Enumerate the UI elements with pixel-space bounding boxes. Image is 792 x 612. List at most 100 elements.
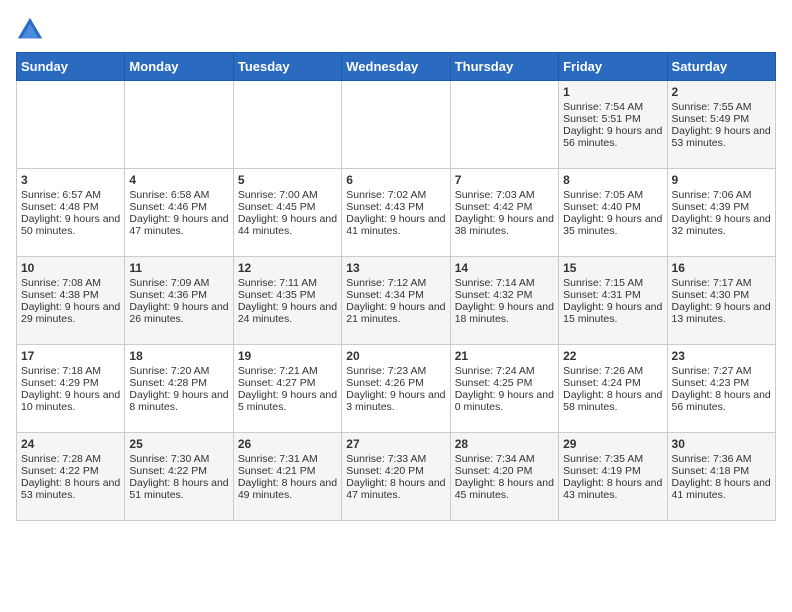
calendar-cell — [233, 81, 341, 169]
calendar-cell: 24 Sunrise: 7:28 AM Sunset: 4:22 PM Dayli… — [17, 433, 125, 521]
day-info: Sunrise: 7:14 AM Sunset: 4:32 PM Dayligh… — [455, 277, 554, 325]
day-info: Sunrise: 7:11 AM Sunset: 4:35 PM Dayligh… — [238, 277, 337, 325]
calendar-week-row: 1 Sunrise: 7:54 AM Sunset: 5:51 PM Daylig… — [17, 81, 776, 169]
day-number: 14 — [455, 261, 554, 275]
day-info: Sunrise: 7:00 AM Sunset: 4:45 PM Dayligh… — [238, 189, 337, 237]
day-number: 13 — [346, 261, 445, 275]
day-info: Sunrise: 7:24 AM Sunset: 4:25 PM Dayligh… — [455, 365, 554, 413]
calendar-cell: 15 Sunrise: 7:15 AM Sunset: 4:31 PM Dayli… — [559, 257, 667, 345]
calendar-week-row: 17Sunrise: 7:18 AM Sunset: 4:29 PM Dayli… — [17, 345, 776, 433]
day-number: 23 — [672, 349, 771, 363]
day-of-week-header: Friday — [559, 53, 667, 81]
day-number: 29 — [563, 437, 662, 451]
calendar-cell: 8Sunrise: 7:05 AM Sunset: 4:40 PM Daylig… — [559, 169, 667, 257]
logo — [16, 16, 48, 44]
calendar-cell: 3 Sunrise: 6:57 AM Sunset: 4:48 PM Daylig… — [17, 169, 125, 257]
calendar-week-row: 24 Sunrise: 7:28 AM Sunset: 4:22 PM Dayli… — [17, 433, 776, 521]
day-info: Sunrise: 7:35 AM Sunset: 4:19 PM Dayligh… — [563, 453, 662, 501]
calendar-cell: 6Sunrise: 7:02 AM Sunset: 4:43 PM Daylig… — [342, 169, 450, 257]
calendar-cell: 11Sunrise: 7:09 AM Sunset: 4:36 PM Dayli… — [125, 257, 233, 345]
day-number: 1 — [563, 85, 662, 99]
day-info: Sunrise: 7:06 AM Sunset: 4:39 PM Dayligh… — [672, 189, 771, 237]
calendar-cell: 20 Sunrise: 7:23 AM Sunset: 4:26 PM Dayli… — [342, 345, 450, 433]
day-info: Sunrise: 7:34 AM Sunset: 4:20 PM Dayligh… — [455, 453, 554, 501]
page-header — [16, 16, 776, 44]
calendar-cell: 10 Sunrise: 7:08 AM Sunset: 4:38 PM Dayli… — [17, 257, 125, 345]
day-number: 4 — [129, 173, 228, 187]
calendar-table: SundayMondayTuesdayWednesdayThursdayFrid… — [16, 52, 776, 521]
day-number: 26 — [238, 437, 337, 451]
day-number: 27 — [346, 437, 445, 451]
day-info: Sunrise: 7:17 AM Sunset: 4:30 PM Dayligh… — [672, 277, 771, 325]
day-info: Sunrise: 7:23 AM Sunset: 4:26 PM Dayligh… — [346, 365, 445, 413]
day-info: Sunrise: 6:57 AM Sunset: 4:48 PM Dayligh… — [21, 189, 120, 237]
day-number: 25 — [129, 437, 228, 451]
calendar-cell — [450, 81, 558, 169]
day-number: 6 — [346, 173, 445, 187]
day-of-week-header: Wednesday — [342, 53, 450, 81]
day-number: 3 — [21, 173, 120, 187]
day-number: 10 — [21, 261, 120, 275]
day-info: Sunrise: 7:03 AM Sunset: 4:42 PM Dayligh… — [455, 189, 554, 237]
day-number: 18 — [129, 349, 228, 363]
calendar-cell: 19 Sunrise: 7:21 AM Sunset: 4:27 PM Dayli… — [233, 345, 341, 433]
day-number: 8 — [563, 173, 662, 187]
day-info: Sunrise: 7:33 AM Sunset: 4:20 PM Dayligh… — [346, 453, 445, 501]
calendar-cell: 18 Sunrise: 7:20 AM Sunset: 4:28 PM Dayli… — [125, 345, 233, 433]
day-number: 21 — [455, 349, 554, 363]
day-number: 28 — [455, 437, 554, 451]
calendar-cell: 14 Sunrise: 7:14 AM Sunset: 4:32 PM Dayli… — [450, 257, 558, 345]
calendar-cell: 9 Sunrise: 7:06 AM Sunset: 4:39 PM Daylig… — [667, 169, 775, 257]
day-number: 9 — [672, 173, 771, 187]
calendar-cell: 16 Sunrise: 7:17 AM Sunset: 4:30 PM Dayli… — [667, 257, 775, 345]
day-info: Sunrise: 7:26 AM Sunset: 4:24 PM Dayligh… — [563, 365, 662, 413]
calendar-cell: 25Sunrise: 7:30 AM Sunset: 4:22 PM Dayli… — [125, 433, 233, 521]
day-number: 17 — [21, 349, 120, 363]
day-number: 20 — [346, 349, 445, 363]
calendar-cell: 21 Sunrise: 7:24 AM Sunset: 4:25 PM Dayli… — [450, 345, 558, 433]
day-info: Sunrise: 7:54 AM Sunset: 5:51 PM Dayligh… — [563, 101, 662, 149]
calendar-cell: 13Sunrise: 7:12 AM Sunset: 4:34 PM Dayli… — [342, 257, 450, 345]
day-info: Sunrise: 7:31 AM Sunset: 4:21 PM Dayligh… — [238, 453, 337, 501]
calendar-cell: 29 Sunrise: 7:35 AM Sunset: 4:19 PM Dayli… — [559, 433, 667, 521]
day-info: Sunrise: 7:20 AM Sunset: 4:28 PM Dayligh… — [129, 365, 228, 413]
day-info: Sunrise: 6:58 AM Sunset: 4:46 PM Dayligh… — [129, 189, 228, 237]
calendar-cell: 1 Sunrise: 7:54 AM Sunset: 5:51 PM Daylig… — [559, 81, 667, 169]
day-info: Sunrise: 7:09 AM Sunset: 4:36 PM Dayligh… — [129, 277, 228, 325]
day-info: Sunrise: 7:27 AM Sunset: 4:23 PM Dayligh… — [672, 365, 771, 413]
day-info: Sunrise: 7:55 AM Sunset: 5:49 PM Dayligh… — [672, 101, 771, 149]
day-of-week-header: Monday — [125, 53, 233, 81]
day-info: Sunrise: 7:08 AM Sunset: 4:38 PM Dayligh… — [21, 277, 120, 325]
calendar-cell: 27 Sunrise: 7:33 AM Sunset: 4:20 PM Dayli… — [342, 433, 450, 521]
calendar-cell: 7 Sunrise: 7:03 AM Sunset: 4:42 PM Daylig… — [450, 169, 558, 257]
calendar-cell: 2 Sunrise: 7:55 AM Sunset: 5:49 PM Daylig… — [667, 81, 775, 169]
calendar-cell: 22 Sunrise: 7:26 AM Sunset: 4:24 PM Dayli… — [559, 345, 667, 433]
day-of-week-header: Saturday — [667, 53, 775, 81]
calendar-cell: 12 Sunrise: 7:11 AM Sunset: 4:35 PM Dayli… — [233, 257, 341, 345]
calendar-week-row: 10 Sunrise: 7:08 AM Sunset: 4:38 PM Dayli… — [17, 257, 776, 345]
day-number: 2 — [672, 85, 771, 99]
calendar-week-row: 3 Sunrise: 6:57 AM Sunset: 4:48 PM Daylig… — [17, 169, 776, 257]
day-number: 16 — [672, 261, 771, 275]
calendar-cell: 5Sunrise: 7:00 AM Sunset: 4:45 PM Daylig… — [233, 169, 341, 257]
calendar-cell: 23 Sunrise: 7:27 AM Sunset: 4:23 PM Dayli… — [667, 345, 775, 433]
calendar-cell: 30Sunrise: 7:36 AM Sunset: 4:18 PM Dayli… — [667, 433, 775, 521]
day-info: Sunrise: 7:15 AM Sunset: 4:31 PM Dayligh… — [563, 277, 662, 325]
day-number: 7 — [455, 173, 554, 187]
day-number: 12 — [238, 261, 337, 275]
day-info: Sunrise: 7:28 AM Sunset: 4:22 PM Dayligh… — [21, 453, 120, 501]
calendar-header: SundayMondayTuesdayWednesdayThursdayFrid… — [17, 53, 776, 81]
day-number: 15 — [563, 261, 662, 275]
day-info: Sunrise: 7:36 AM Sunset: 4:18 PM Dayligh… — [672, 453, 771, 501]
calendar-cell — [125, 81, 233, 169]
day-number: 19 — [238, 349, 337, 363]
day-of-week-header: Tuesday — [233, 53, 341, 81]
calendar-body: 1 Sunrise: 7:54 AM Sunset: 5:51 PM Daylig… — [17, 81, 776, 521]
day-of-week-header: Sunday — [17, 53, 125, 81]
day-info: Sunrise: 7:21 AM Sunset: 4:27 PM Dayligh… — [238, 365, 337, 413]
calendar-cell — [17, 81, 125, 169]
day-of-week-header: Thursday — [450, 53, 558, 81]
day-number: 22 — [563, 349, 662, 363]
day-number: 24 — [21, 437, 120, 451]
calendar-cell: 17Sunrise: 7:18 AM Sunset: 4:29 PM Dayli… — [17, 345, 125, 433]
